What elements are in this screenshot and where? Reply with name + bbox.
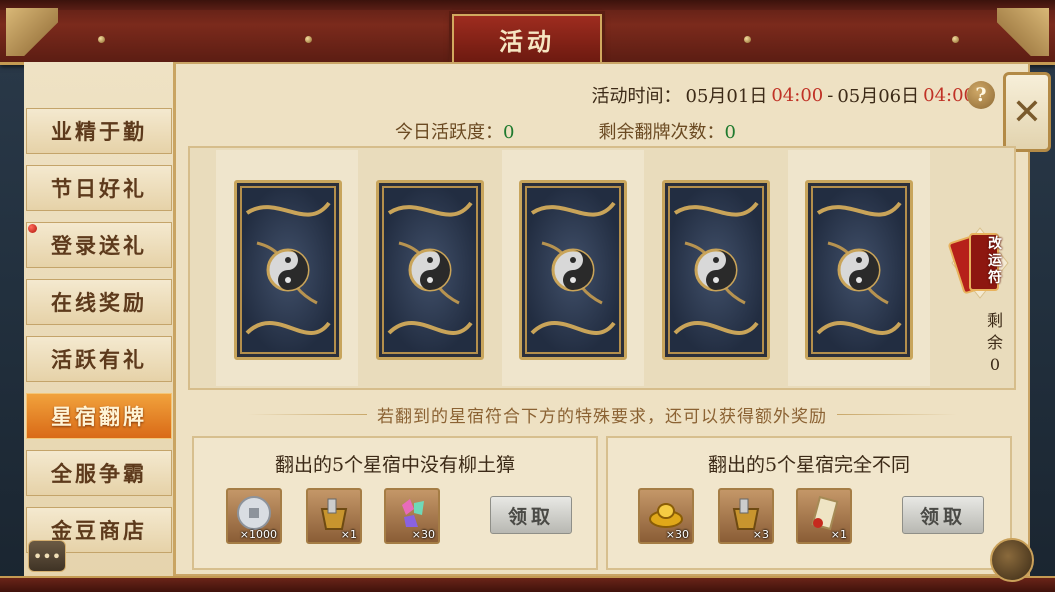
card-back-pattern (245, 201, 331, 335)
sidebar-item-yejingyuqin[interactable]: 业精于勤 (26, 108, 172, 154)
event-time: 活动时间： 05月01日 04:00 - 05月06日 04:00 (592, 82, 975, 108)
item-count: ×1000 (239, 528, 277, 541)
chat-icon: ••• (32, 546, 62, 566)
stats-row: 今日活跃度：0 剩余翻牌次数：0 (395, 118, 736, 144)
event-time-separator: - (827, 84, 834, 106)
sidebar-item-quanfuzhengba[interactable]: 全服争霸 (26, 450, 172, 496)
page-title: 活动 (452, 14, 602, 64)
sidebar: 业精于勤 节日好礼 登录送礼 在线奖励 活跃有礼 星宿翻牌 全服争霸 金豆商店 (24, 62, 176, 576)
notification-dot (28, 224, 37, 233)
sidebar-item-jierihaoli[interactable]: 节日好礼 (26, 165, 172, 211)
star-card[interactable] (805, 180, 913, 360)
frame-stud (305, 36, 312, 43)
remain-value: 0 (989, 355, 1001, 374)
gold-ingot-icon (649, 502, 683, 528)
star-card[interactable] (376, 180, 484, 360)
frame-stud (744, 36, 751, 43)
sidebar-item-dengluosongli[interactable]: 登录送礼 (26, 222, 172, 268)
flips-value: 0 (724, 122, 736, 143)
scroll-icon (811, 495, 839, 530)
star-card[interactable] (234, 180, 342, 360)
card-back-pattern (387, 201, 473, 335)
divider (247, 413, 367, 415)
claim-button[interactable]: 领取 (902, 496, 984, 534)
frame-corner-ornament (997, 8, 1049, 56)
menu-button[interactable] (990, 538, 1034, 582)
reward-item[interactable]: ×1 (796, 488, 852, 544)
close-button[interactable]: ✕ (1003, 72, 1051, 152)
reward-item[interactable]: ×30 (638, 488, 694, 544)
reward-item[interactable]: ×1000 (226, 488, 282, 544)
bonus-banner: 若翻到的星宿符合下方的特殊要求，还可以获得额外奖励 (188, 400, 1016, 428)
card-back-pattern (673, 201, 759, 335)
activity-value: 0 (503, 122, 515, 143)
basket-icon (732, 498, 760, 530)
item-count: ×3 (752, 528, 769, 541)
close-icon: ✕ (1011, 91, 1043, 133)
reward-condition: 翻出的5个星宿中没有柳土獐 (274, 454, 516, 476)
gaiyun-remaining: 剩余 0 (983, 310, 1007, 376)
chat-button[interactable]: ••• (28, 540, 66, 572)
event-start-time: 04:00 (771, 84, 824, 106)
sidebar-item-zaixianjiangli[interactable]: 在线奖励 (26, 279, 172, 325)
bonus-banner-text: 若翻到的星宿符合下方的特殊要求，还可以获得额外奖励 (377, 406, 827, 427)
reward-item[interactable]: ×3 (718, 488, 774, 544)
reward-item[interactable]: ×1 (306, 488, 362, 544)
gems-icon (402, 498, 424, 527)
item-count: ×30 (665, 528, 689, 541)
claim-button[interactable]: 领取 (490, 496, 572, 534)
event-start-date: 05月01日 (685, 86, 768, 107)
event-time-label: 活动时间： (591, 86, 682, 107)
help-button[interactable]: ? (967, 81, 995, 109)
frame-stud (952, 36, 959, 43)
remain-label: 剩余 (986, 311, 1003, 352)
star-card[interactable] (519, 180, 627, 360)
item-count: ×1 (830, 528, 847, 541)
item-count: ×30 (411, 528, 435, 541)
question-icon: ? (975, 84, 987, 106)
basket-icon (320, 498, 348, 530)
event-end-date: 05月06日 (837, 86, 920, 107)
sidebar-item-xingxiufanpai[interactable]: 星宿翻牌 (26, 393, 172, 439)
gaiyun-label: 改运符 (988, 236, 1002, 286)
activity-label: 今日活跃度： (395, 122, 503, 143)
sidebar-item-huoyueyouli[interactable]: 活跃有礼 (26, 336, 172, 382)
reward-item[interactable]: ×30 (384, 488, 440, 544)
reward-condition: 翻出的5个星宿完全不同 (707, 454, 911, 476)
flips-label: 剩余翻牌次数： (598, 122, 725, 143)
reward-box: 翻出的5个星宿中没有柳土獐 ×1000 ×1 ×30 领取 (192, 436, 598, 570)
silver-coin-icon (237, 495, 271, 530)
star-card[interactable] (662, 180, 770, 360)
reward-box: 翻出的5个星宿完全不同 ×30 ×3 ×1 领取 (606, 436, 1012, 570)
divider (837, 413, 957, 415)
item-count: ×1 (340, 528, 357, 541)
frame-corner-ornament (6, 8, 58, 56)
card-back-pattern (816, 201, 902, 335)
frame-stud (98, 36, 105, 43)
card-back-pattern (530, 201, 616, 335)
